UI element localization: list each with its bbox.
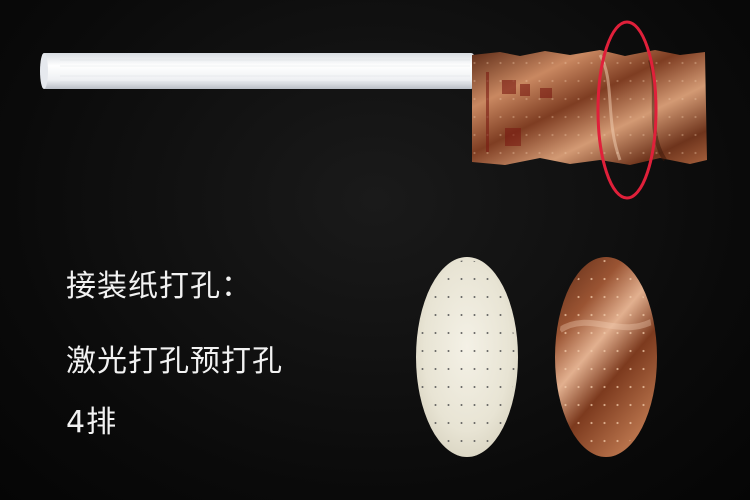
caption-laser-perforation: 激光打孔预打孔 [66, 344, 283, 379]
caption-row-count: 4排 [66, 405, 118, 440]
copper-perforated-paper [555, 257, 657, 457]
tipping-paper [472, 50, 707, 165]
caption-tipping-perforation: 接装纸打孔： [66, 269, 252, 304]
photo-frame: 接装纸打孔： 激光打孔预打孔 4排 [0, 0, 750, 500]
white-perforated-paper [416, 257, 518, 457]
cigarette-rod [40, 53, 474, 89]
